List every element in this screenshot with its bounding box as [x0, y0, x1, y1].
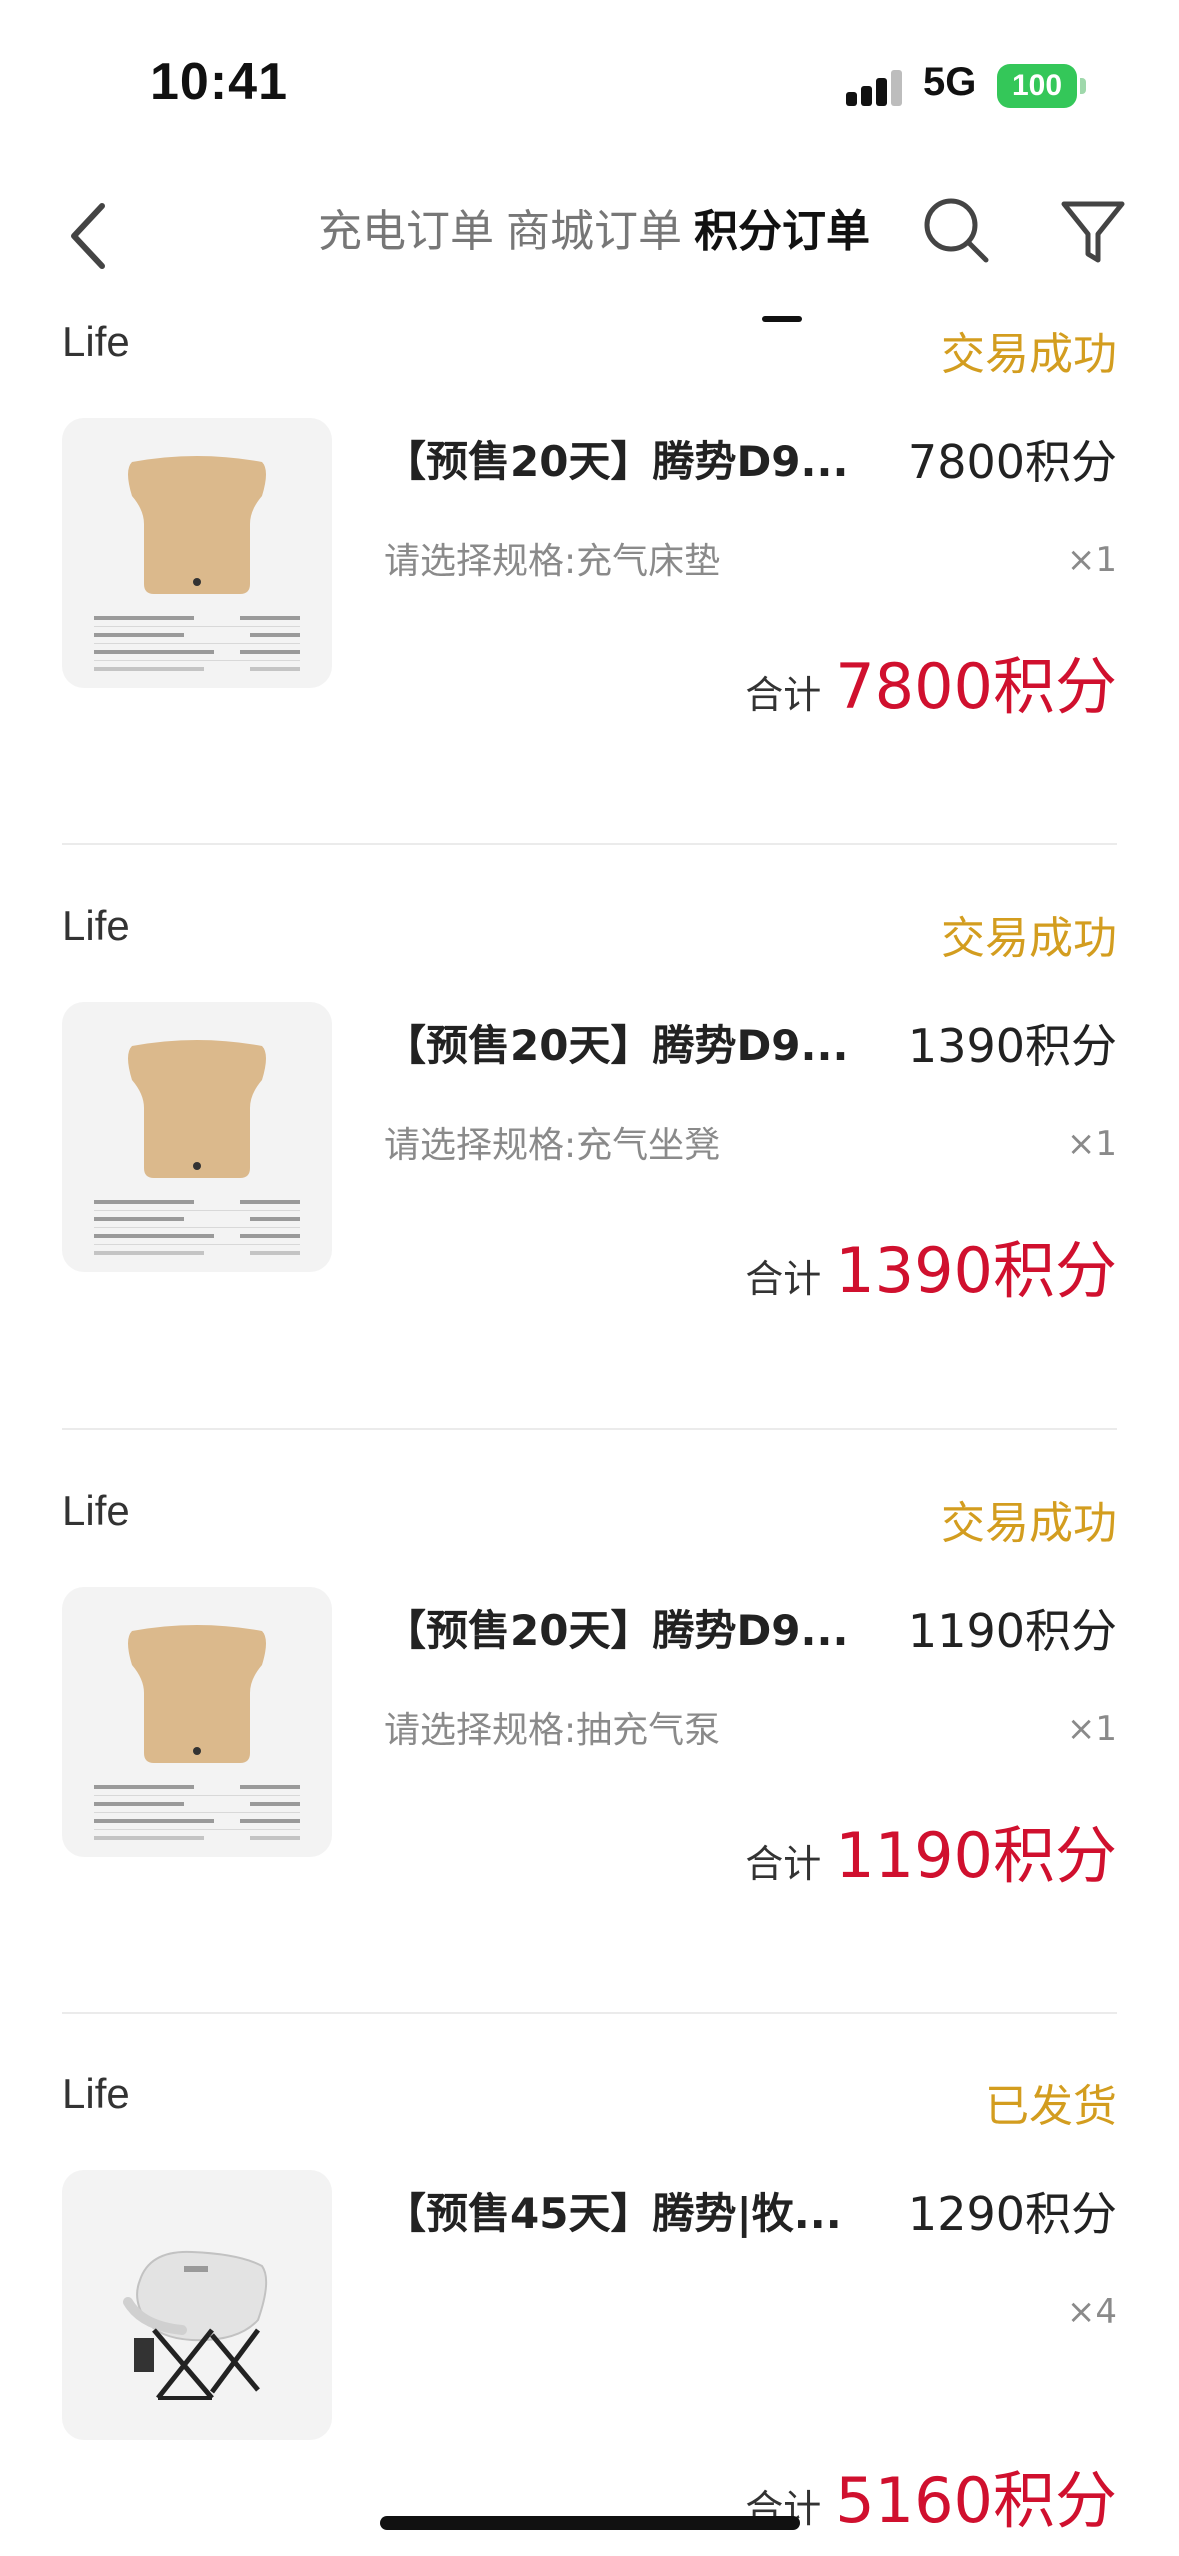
chevron-left-icon — [71, 203, 105, 269]
points-orders-screen: 10:41 5G 100 充电订单 商城订单 积分订单 Life 交易成功 【预… — [0, 0, 1179, 2556]
store-name: Life — [62, 318, 130, 365]
mattress-image — [128, 1040, 266, 1178]
total-value: 1190积分 — [835, 1819, 1117, 1892]
tab-label: 积分订单 — [694, 206, 870, 257]
order-total: 合计 1190积分 — [745, 1805, 1117, 1895]
store-name: Life — [62, 2070, 130, 2117]
search-button[interactable] — [918, 192, 994, 268]
product-image[interactable] — [62, 1002, 332, 1272]
store-name: Life — [62, 902, 130, 949]
status-bar: 10:41 5G 100 — [0, 0, 1179, 170]
order-status: 交易成功 — [941, 329, 1117, 380]
order-total: 合计 1390积分 — [745, 1220, 1117, 1310]
order-tabs: 充电订单 商城订单 积分订单 — [312, 200, 876, 322]
order-card[interactable]: Life 交易成功 【预售20天】腾势D9... 1390积分 请选择规格:充气… — [62, 902, 1117, 1402]
product-image[interactable] — [62, 2170, 332, 2440]
store-name: Life — [62, 1487, 130, 1534]
order-card[interactable]: Life 已发货 【预售45天】腾势|牧... 1290积分 ×4 合计 516… — [62, 2070, 1117, 2556]
divider — [62, 2012, 1117, 2014]
total-label: 合计 — [745, 1842, 822, 1886]
mattress-image — [128, 1625, 266, 1763]
total-value: 1390积分 — [835, 1234, 1117, 1307]
battery-tip — [1080, 78, 1086, 94]
product-title: 【预售20天】腾势D9... — [384, 1606, 849, 1655]
mattress-image — [128, 456, 266, 594]
product-spec: 请选择规格:抽充气泵 — [384, 1710, 721, 1751]
order-total: 合计 7800积分 — [745, 636, 1117, 726]
product-image[interactable] — [62, 1587, 332, 1857]
product-quantity: ×1 — [1066, 1124, 1117, 1164]
tab-label: 充电订单 — [318, 206, 494, 257]
order-status: 已发货 — [985, 2081, 1117, 2132]
product-title: 【预售20天】腾势D9... — [384, 437, 849, 486]
tab-mall-orders[interactable]: 商城订单 — [500, 200, 688, 300]
search-icon — [924, 198, 989, 263]
product-title: 【预售45天】腾势|牧... — [384, 2189, 842, 2238]
order-status: 交易成功 — [941, 913, 1117, 964]
spec-table-graphic — [94, 1194, 300, 1262]
product-spec: 请选择规格:充气坐凳 — [384, 1125, 721, 1166]
product-quantity: ×1 — [1066, 540, 1117, 580]
tab-charging-orders[interactable]: 充电订单 — [312, 200, 500, 300]
filter-button[interactable] — [1058, 194, 1128, 270]
tab-points-orders[interactable]: 积分订单 — [688, 200, 876, 322]
total-value: 5160积分 — [835, 2464, 1117, 2537]
product-price: 1290积分 — [907, 2187, 1117, 2241]
product-spec: 请选择规格:充气床垫 — [384, 541, 721, 582]
signal-icon — [846, 70, 902, 106]
product-title: 【预售20天】腾势D9... — [384, 1021, 849, 1070]
product-price: 7800积分 — [907, 435, 1117, 489]
product-quantity: ×4 — [1066, 2292, 1117, 2332]
order-card[interactable]: Life 交易成功 【预售20天】腾势D9... 1190积分 请选择规格:抽充… — [62, 1487, 1117, 1987]
order-card[interactable]: Life 交易成功 【预售20天】腾势D9... 7800积分 请选择规格:充气… — [62, 318, 1117, 818]
divider — [62, 843, 1117, 845]
camping-chair-image — [123, 2250, 268, 2400]
spec-table-graphic — [94, 1779, 300, 1847]
order-total: 合计 5160积分 — [745, 2450, 1117, 2540]
nav-bar: 充电订单 商城订单 积分订单 — [0, 170, 1179, 322]
divider — [62, 1428, 1117, 1430]
spec-table-graphic — [94, 610, 300, 678]
total-value: 7800积分 — [835, 650, 1117, 723]
battery-icon: 100 — [997, 64, 1077, 108]
product-price: 1190积分 — [907, 1604, 1117, 1658]
home-indicator[interactable] — [380, 2516, 800, 2530]
network-type: 5G — [923, 60, 977, 104]
total-label: 合计 — [745, 673, 822, 717]
product-image[interactable] — [62, 418, 332, 688]
product-price: 1390积分 — [907, 1019, 1117, 1073]
order-status: 交易成功 — [941, 1498, 1117, 1549]
filter-icon — [1061, 201, 1125, 263]
product-quantity: ×1 — [1066, 1709, 1117, 1749]
status-time: 10:41 — [150, 53, 288, 111]
total-label: 合计 — [745, 1257, 822, 1301]
back-button[interactable] — [56, 196, 120, 276]
tab-label: 商城订单 — [506, 206, 682, 257]
